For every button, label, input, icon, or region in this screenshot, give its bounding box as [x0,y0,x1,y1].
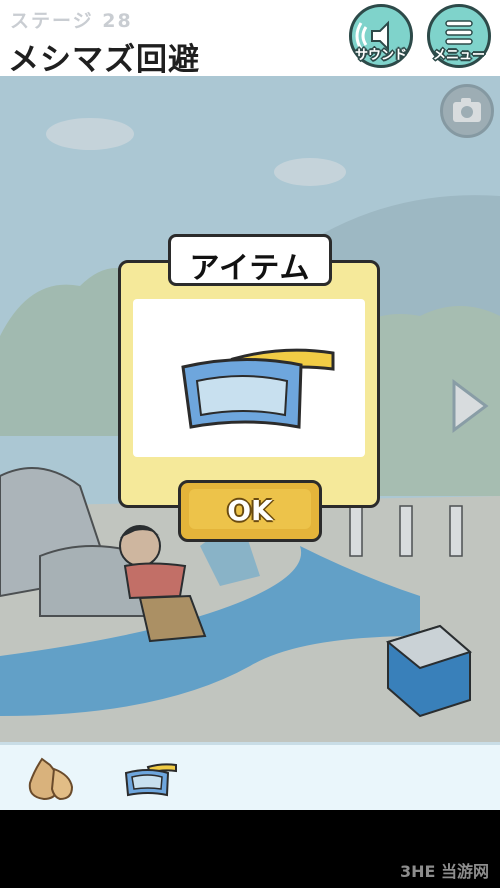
menu-label: メニュー [432,48,485,63]
swim-goggles-icon [124,763,177,797]
watermark: 3HE 当游网 [400,862,490,881]
stage-number-label: ステージ 28 [10,10,133,32]
sound-label: サウンド [354,48,407,63]
header: ステージ 28 メシマズ回避 サウンド メニュー [0,0,500,78]
ok-button[interactable]: OK [178,480,322,542]
menu-button[interactable]: メニュー [427,4,491,68]
item-display [133,299,365,457]
onion-icon [28,757,74,801]
ok-button-label: OK [227,494,273,527]
modal-title: アイテム [189,251,311,286]
sound-button[interactable]: サウンド [349,4,413,68]
inventory-bar [0,742,500,813]
item-modal [118,260,380,508]
inventory-slot-goggles[interactable] [120,751,180,807]
stage-title: メシマズ回避 [8,42,200,78]
inventory-slot-onion[interactable] [20,751,80,807]
modal-title-banner: アイテム [168,234,332,286]
swim-goggles-icon [181,348,335,429]
